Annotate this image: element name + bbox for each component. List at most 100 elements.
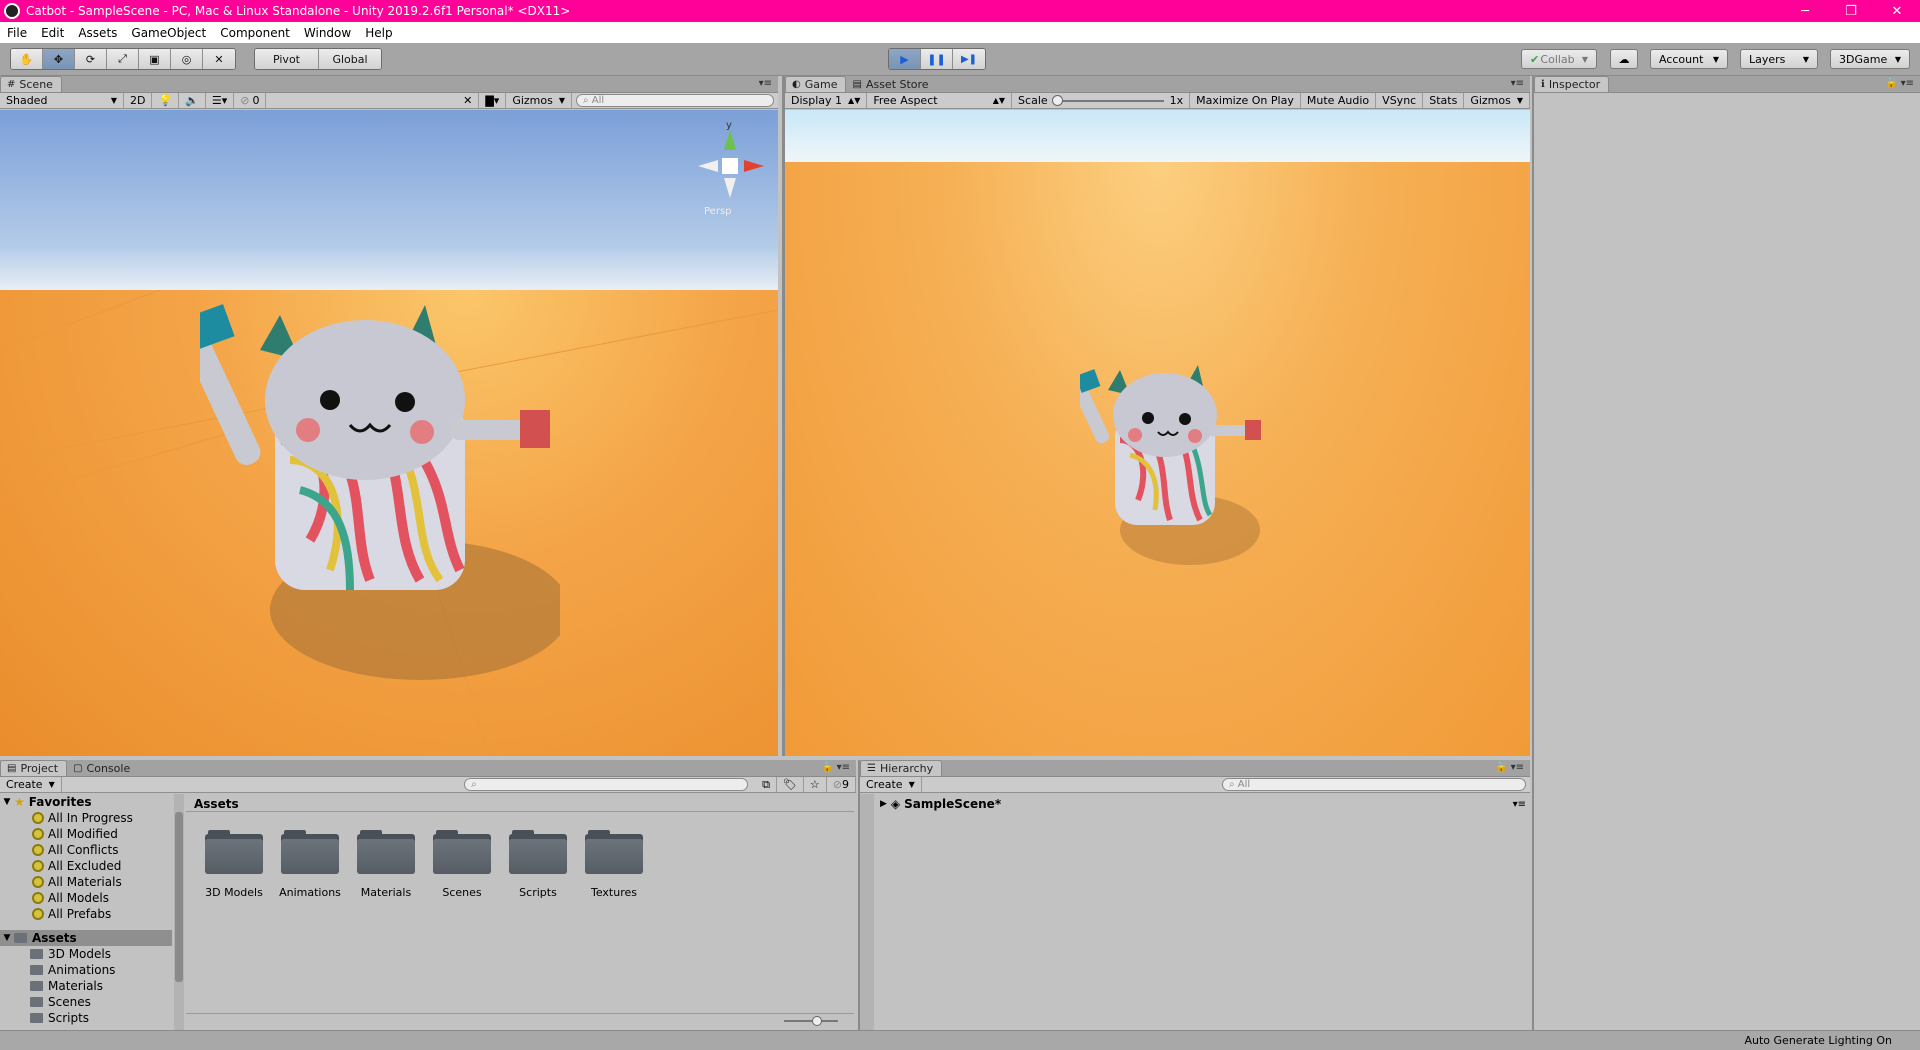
tree-folder-item[interactable]: 3D Models xyxy=(0,946,172,962)
tab-asset-store[interactable]: ▤ Asset Store xyxy=(846,76,936,92)
inspector-lock-icon[interactable]: 🔒 ▾≡ xyxy=(1885,78,1914,89)
scale-slider-track[interactable] xyxy=(1051,94,1164,106)
global-button[interactable]: Global xyxy=(319,49,381,69)
mute-audio-toggle[interactable]: Mute Audio xyxy=(1301,93,1377,108)
tree-folder-item[interactable]: Animations xyxy=(0,962,172,978)
collab-dropdown[interactable]: ✔ Collab ▼ xyxy=(1521,49,1597,69)
display-dropdown[interactable]: Display 1 ▲▼ xyxy=(785,93,868,108)
lighting-toggle-icon[interactable]: 💡 xyxy=(152,93,180,108)
transform-tool-icon[interactable]: ◎ xyxy=(171,49,203,69)
search-by-label-icon[interactable]: 🏷 xyxy=(777,777,804,792)
menu-edit[interactable]: Edit xyxy=(34,26,71,40)
tree-folder-item[interactable]: Scripts xyxy=(0,1010,172,1026)
tab-scene[interactable]: # Scene xyxy=(0,76,62,92)
project-lock-icon[interactable]: 🔒 ▾≡ xyxy=(821,762,850,773)
scene-menu-icon[interactable]: ▾≡ xyxy=(1513,799,1526,810)
icon-size-slider-track[interactable] xyxy=(784,1016,838,1026)
tree-scrollbar[interactable] xyxy=(174,794,184,1030)
assets-root-folder[interactable]: ▼ Assets xyxy=(0,930,172,946)
tree-folder-item[interactable]: Materials xyxy=(0,978,172,994)
menu-component[interactable]: Component xyxy=(213,26,297,40)
layers-dropdown[interactable]: Layers ▼ xyxy=(1740,49,1818,69)
menu-assets[interactable]: Assets xyxy=(71,26,124,40)
folder-icon xyxy=(205,830,263,874)
scale-slider-thumb[interactable] xyxy=(1051,94,1063,106)
asset-folder[interactable]: Materials xyxy=(348,830,424,899)
orientation-gizmo[interactable]: y Persp xyxy=(690,120,770,220)
scene-search-input[interactable]: ⌕ All xyxy=(576,94,774,107)
hidden-packages-counter[interactable]: ⊘ 9 xyxy=(827,777,856,792)
favorite-item[interactable]: All Models xyxy=(0,890,172,906)
minimize-button[interactable]: ─ xyxy=(1782,0,1828,22)
scene-gizmos-dropdown[interactable]: Gizmos ▼ xyxy=(506,93,572,108)
favorite-item[interactable]: All Modified xyxy=(0,826,172,842)
favorite-item[interactable]: All Excluded xyxy=(0,858,172,874)
scale-slider[interactable]: Scale 1x xyxy=(1012,93,1191,108)
favorite-star-icon[interactable]: ☆ xyxy=(804,777,827,792)
maximize-on-play-toggle[interactable]: Maximize On Play xyxy=(1190,93,1301,108)
game-viewport[interactable] xyxy=(785,110,1530,756)
hierarchy-create-dropdown[interactable]: Create ▼ xyxy=(860,777,922,792)
hidden-objects-counter[interactable]: ⊘ 0 xyxy=(234,93,267,108)
tab-console[interactable]: ▢ Console xyxy=(67,760,138,776)
tools-icon[interactable]: ✕ xyxy=(457,93,480,108)
account-dropdown[interactable]: Account ▼ xyxy=(1650,49,1728,69)
asset-folder[interactable]: Scripts xyxy=(500,830,576,899)
favorite-item[interactable]: All In Progress xyxy=(0,810,172,826)
rect-tool-icon[interactable]: ▣ xyxy=(139,49,171,69)
rotate-tool-icon[interactable]: ⟳ xyxy=(75,49,107,69)
persp-label[interactable]: Persp xyxy=(704,206,732,217)
hand-tool-icon[interactable]: ✋ xyxy=(11,49,43,69)
tree-scrollbar-thumb[interactable] xyxy=(175,812,183,982)
restore-button[interactable]: ❐ xyxy=(1828,0,1874,22)
effects-toggle-icon[interactable]: ☰▾ xyxy=(206,93,235,108)
menu-gameobject[interactable]: GameObject xyxy=(124,26,213,40)
stats-toggle[interactable]: Stats xyxy=(1423,93,1465,108)
asset-folder[interactable]: Textures xyxy=(576,830,652,899)
asset-folder[interactable]: Scenes xyxy=(424,830,500,899)
pause-icon[interactable]: ❚❚ xyxy=(921,49,953,69)
favorite-item[interactable]: All Prefabs xyxy=(0,906,172,922)
favorites-header[interactable]: ▼ ★ Favorites xyxy=(0,794,172,810)
favorite-item[interactable]: All Conflicts xyxy=(0,842,172,858)
audio-toggle-icon[interactable]: 🔈 xyxy=(179,93,206,108)
layout-dropdown[interactable]: 3DGame ▼ xyxy=(1830,49,1910,69)
tab-inspector[interactable]: ℹ Inspector xyxy=(1534,76,1610,92)
asset-folder[interactable]: 3D Models xyxy=(196,830,272,899)
asset-folder[interactable]: Animations xyxy=(272,830,348,899)
search-by-type-icon[interactable]: ⧉ xyxy=(756,777,777,792)
tab-project[interactable]: ▤ Project xyxy=(0,760,68,776)
menu-window[interactable]: Window xyxy=(297,26,358,40)
cloud-button[interactable]: ☁ xyxy=(1610,49,1638,69)
favorite-item[interactable]: All Materials xyxy=(0,874,172,890)
menu-help[interactable]: Help xyxy=(358,26,399,40)
move-tool-icon[interactable]: ✥ xyxy=(43,49,75,69)
tree-folder-item[interactable]: Scenes xyxy=(0,994,172,1010)
scale-tool-icon[interactable]: ⤢ xyxy=(107,49,139,69)
shading-mode-dropdown[interactable]: Shaded ▼ xyxy=(0,93,124,108)
menu-file[interactable]: File xyxy=(0,26,34,40)
scene-viewport[interactable]: y Persp xyxy=(0,110,778,756)
breadcrumb[interactable]: Assets xyxy=(186,794,854,812)
close-button[interactable]: ✕ xyxy=(1874,0,1920,22)
step-icon[interactable]: ▶❚ xyxy=(953,49,985,69)
icon-size-slider-thumb[interactable] xyxy=(812,1016,822,1026)
tab-hierarchy[interactable]: ☰ Hierarchy xyxy=(860,760,943,776)
panel-menu-icon[interactable]: ▾≡ xyxy=(759,78,772,89)
scene-panel: # Scene ▾≡ Shaded ▼ 2D 💡 🔈 ☰▾ ⊘ 0 ✕ ▇▾ Gizm… xyxy=(0,76,778,756)
project-search-input[interactable]: ⌕ xyxy=(464,778,749,791)
custom-tool-icon[interactable]: ✕ xyxy=(203,49,235,69)
camera-icon[interactable]: ▇▾ xyxy=(479,93,507,108)
pivot-button[interactable]: Pivot xyxy=(255,49,319,69)
game-gizmos-dropdown[interactable]: Gizmos ▼ xyxy=(1464,93,1530,108)
play-icon[interactable]: ▶ xyxy=(889,49,921,69)
project-create-dropdown[interactable]: Create ▼ xyxy=(0,777,62,792)
aspect-dropdown[interactable]: Free Aspect ▲▼ xyxy=(867,93,1013,108)
hierarchy-search-input[interactable]: ⌕ All xyxy=(1222,778,1526,791)
panel-menu-icon[interactable]: ▾≡ xyxy=(1511,78,1524,89)
tab-game[interactable]: ◐ Game xyxy=(785,76,847,92)
scene-root-row[interactable]: ▶ ◈ SampleScene* ▾≡ xyxy=(880,796,1526,812)
hierarchy-lock-icon[interactable]: 🔒 ▾≡ xyxy=(1495,762,1524,773)
vsync-toggle[interactable]: VSync xyxy=(1376,93,1424,108)
2d-toggle[interactable]: 2D xyxy=(124,93,153,108)
